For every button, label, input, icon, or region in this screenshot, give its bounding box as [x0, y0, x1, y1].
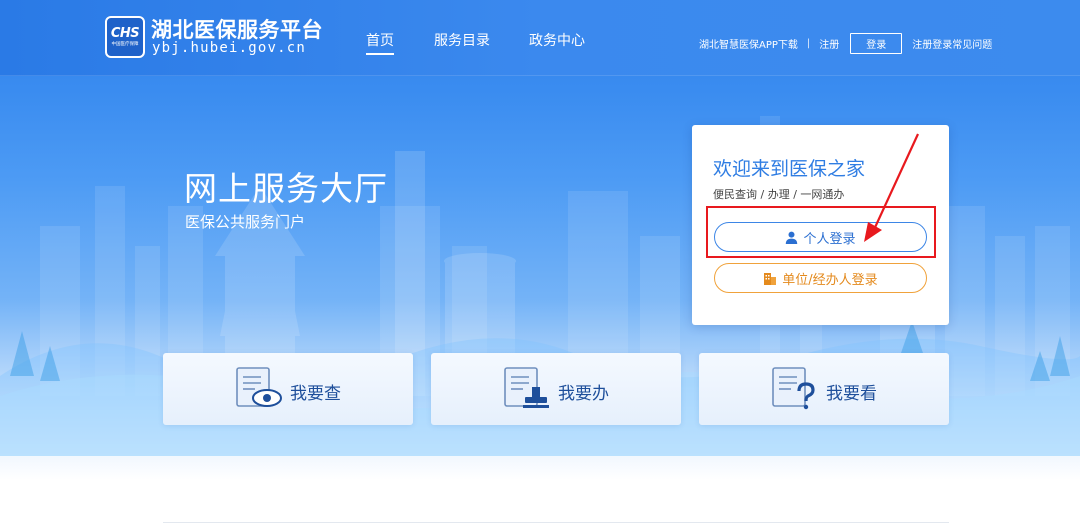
- unit-login-label: 单位/经办人登录: [782, 272, 878, 288]
- service-tile-query-label: 我要查: [290, 384, 341, 404]
- chs-logo[interactable]: CHS 中国医疗保障: [105, 16, 145, 58]
- service-tile-handle-label: 我要办: [558, 384, 609, 404]
- faq-link[interactable]: 注册登录常见问题: [912, 36, 992, 51]
- link-separator: |: [806, 38, 811, 49]
- logo-mark: CHS: [110, 25, 140, 41]
- nav-service-catalog[interactable]: 服务目录: [434, 30, 490, 50]
- nav-home[interactable]: 首页: [366, 30, 394, 55]
- top-links: 湖北智慧医保APP下载 | 注册 登录 注册登录常见问题: [699, 33, 992, 54]
- login-button[interactable]: 登录: [850, 33, 903, 54]
- unit-login-button[interactable]: 单位/经办人登录: [714, 263, 927, 293]
- app-download-link[interactable]: 湖北智慧医保APP下载: [699, 36, 798, 51]
- register-link[interactable]: 注册: [819, 36, 839, 51]
- service-tile-handle[interactable]: 我要办: [431, 353, 681, 425]
- annotation-arrow-icon: [864, 133, 919, 242]
- building-icon: [763, 272, 777, 285]
- page: CHS 中国医疗保障 湖北医保服务平台 ybj.hubei.gov.cn 首页 …: [0, 0, 1080, 525]
- document-question-icon: [772, 367, 815, 410]
- service-tile-view-label: 我要看: [826, 384, 877, 404]
- service-tile-view[interactable]: 我要看: [699, 353, 949, 425]
- document-stamp-icon: [504, 367, 549, 408]
- hero-subtitle: 医保公共服务门户: [185, 213, 306, 231]
- nav-government-center[interactable]: 政务中心: [529, 30, 585, 50]
- top-header: CHS 中国医疗保障 湖北医保服务平台 ybj.hubei.gov.cn 首页 …: [0, 0, 1080, 76]
- document-eye-icon: [236, 367, 282, 407]
- card-title: 欢迎来到医保之家: [713, 158, 866, 180]
- service-tile-query[interactable]: 我要查: [163, 353, 413, 425]
- bottom-divider: [163, 522, 949, 523]
- logo-sub: 中国医疗保障: [111, 40, 139, 47]
- card-subtitle: 便民查询 / 办理 / 一网通办: [713, 188, 845, 201]
- site-domain: ybj.hubei.gov.cn: [152, 40, 307, 56]
- hero-title: 网上服务大厅: [184, 169, 388, 208]
